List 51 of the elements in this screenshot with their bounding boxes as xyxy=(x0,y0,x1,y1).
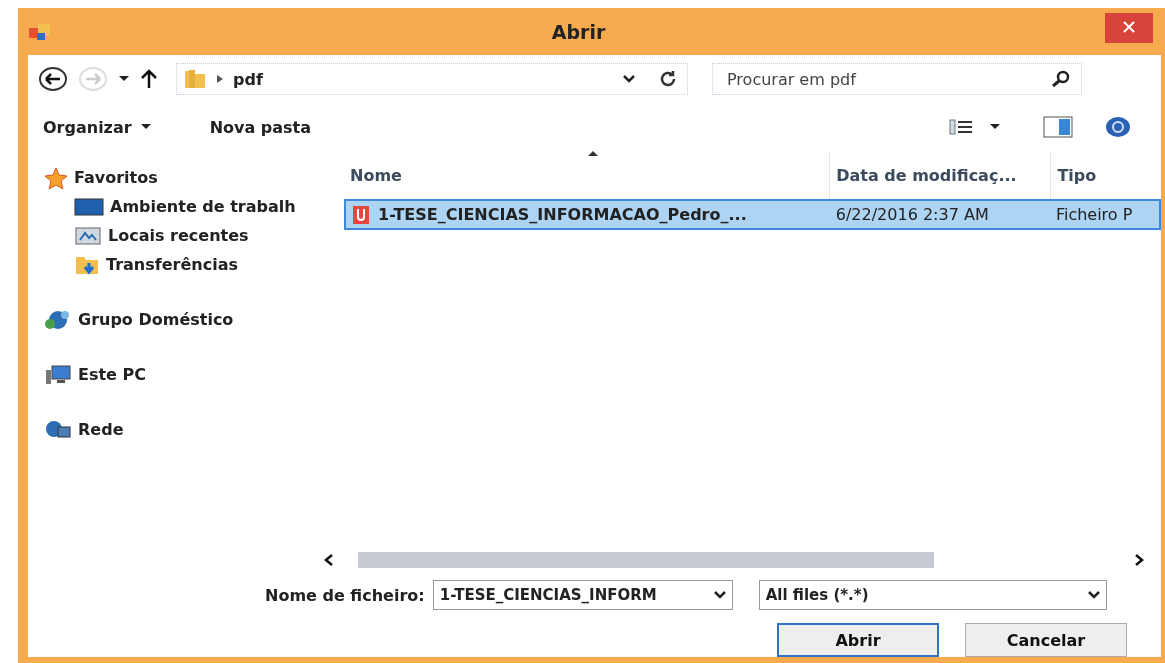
window-title: Abrir xyxy=(550,20,607,43)
file-row[interactable]: 1-TESE_CIENCIAS_INFORMACAO_Pedro_... 6/22/2016 2:37 AM Ficheiro P xyxy=(344,199,1161,230)
folder-icon xyxy=(183,67,207,91)
filename-field[interactable]: 1-TESE_CIENCIAS_INFORM xyxy=(432,580,733,610)
network-icon xyxy=(44,418,72,441)
scroll-left-icon[interactable] xyxy=(324,554,334,566)
filename-label: Nome de ficheiro: xyxy=(265,585,425,605)
up-button[interactable] xyxy=(140,69,158,89)
sidebar-item[interactable]: Favoritos xyxy=(28,163,328,192)
sidebar-item[interactable]: Locais recentes xyxy=(28,221,328,250)
scroll-right-icon[interactable] xyxy=(1134,554,1144,566)
sidebar-item[interactable]: Este PC xyxy=(28,360,328,389)
computer-icon xyxy=(44,363,72,386)
column-header[interactable]: Tipo xyxy=(1051,151,1161,199)
preview-pane-icon[interactable] xyxy=(1043,116,1073,138)
caret-icon xyxy=(139,123,152,131)
dropdown-caret-icon xyxy=(623,75,635,83)
sidebar-item[interactable]: Rede xyxy=(28,415,328,444)
file-cell: Ficheiro P xyxy=(1055,205,1133,224)
app-icon xyxy=(28,21,52,42)
dialog-button[interactable]: Cancelar xyxy=(965,623,1127,657)
close-icon xyxy=(1123,21,1135,33)
search-field[interactable]: Procurar em pdf xyxy=(712,63,1082,95)
scrollbar-thumb[interactable] xyxy=(358,552,934,568)
view-options-icon[interactable] xyxy=(949,119,973,135)
close-button[interactable] xyxy=(1105,12,1153,43)
caret-icon xyxy=(1087,591,1100,599)
breadcrumb[interactable]: pdf xyxy=(233,69,263,89)
organize-button[interactable]: Organizar xyxy=(43,117,152,137)
sidebar-item[interactable]: Transferências xyxy=(28,250,328,279)
help-icon[interactable] xyxy=(1105,116,1131,138)
file-type-dropdown[interactable]: All files (*.*) xyxy=(758,580,1107,610)
sidebar-item[interactable]: Ambiente de trabalh xyxy=(28,192,328,221)
refresh-icon[interactable] xyxy=(659,70,677,88)
sidebar-item[interactable]: Grupo Doméstico xyxy=(28,305,328,334)
caret-icon xyxy=(713,591,726,599)
dialog-button[interactable]: Abrir xyxy=(777,623,939,657)
search-icon xyxy=(1051,70,1071,88)
view-caret-icon[interactable] xyxy=(989,123,1001,131)
pdf-file-icon xyxy=(352,204,370,225)
homegroup-icon xyxy=(44,308,72,331)
address-bar[interactable]: pdf xyxy=(176,63,688,95)
monitor-icon xyxy=(74,196,104,217)
recent-places-icon xyxy=(74,224,102,247)
new-folder-button[interactable]: Nova pasta xyxy=(209,117,312,137)
recent-locations-button[interactable] xyxy=(118,75,130,83)
back-button[interactable] xyxy=(38,66,68,92)
star-icon xyxy=(44,166,68,189)
file-cell: 6/22/2016 2:37 AM xyxy=(835,205,989,224)
chevron-icon xyxy=(217,75,223,83)
file-cell: 1-TESE_CIENCIAS_INFORMACAO_Pedro_... xyxy=(378,205,747,224)
